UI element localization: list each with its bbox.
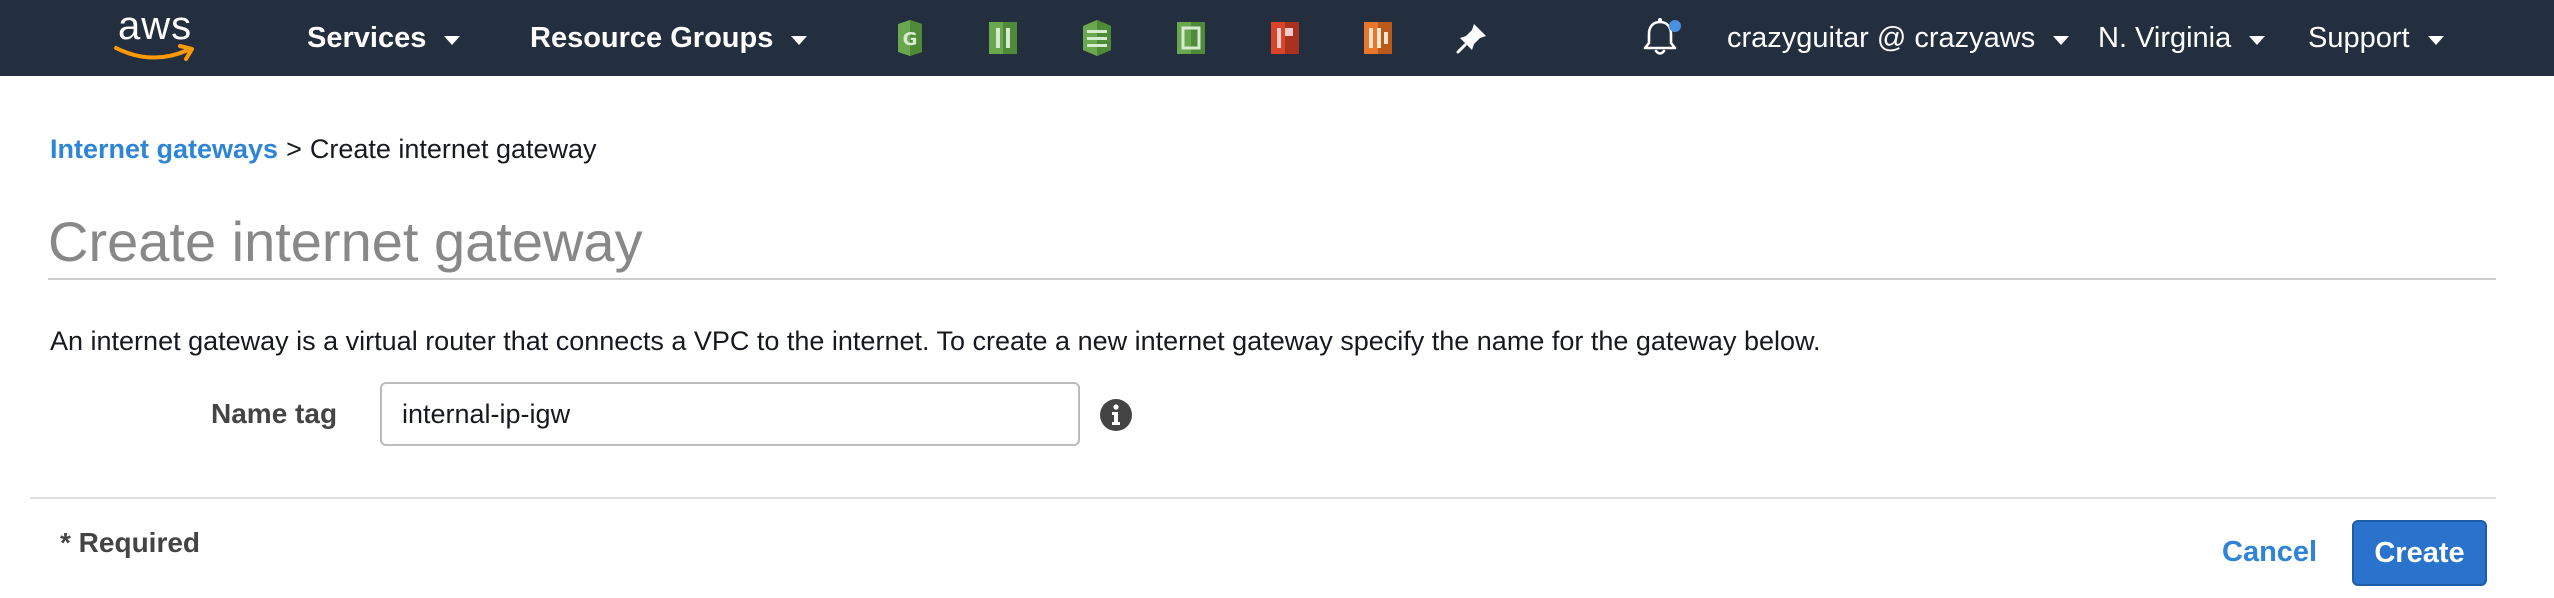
required-note: * Required [60,527,201,558]
s3-red-icon[interactable] [1265,18,1305,58]
breadcrumb-current: Create internet gateway [309,134,597,164]
aws-logo-text: aws [118,4,193,48]
region-menu[interactable]: N. Virginia [2098,0,2266,76]
aws-logo[interactable]: aws [112,6,204,64]
ec2-icon[interactable] [983,18,1023,58]
top-navigation-bar: aws Services Resource Groups G crazyguit… [0,0,2554,76]
account-menu[interactable]: crazyguitar @ crazyaws [1727,0,2070,76]
chevron-down-icon [444,35,461,45]
support-menu[interactable]: Support [2308,0,2444,76]
footer-divider [30,497,2496,499]
info-icon[interactable] [1099,398,1133,432]
title-divider [48,278,2496,280]
lightsail-icon[interactable] [1171,18,1211,58]
bell-icon[interactable] [1638,16,1682,60]
breadcrumb: Internet gateways > Create internet gatewa… [50,134,597,165]
resource-groups-menu[interactable]: Resource Groups [530,0,808,76]
page-title: Create internet gateway [48,210,643,273]
page-description: An internet gateway is a virtual router … [50,326,1821,356]
name-tag-label: Name tag [211,398,338,429]
services-label: Services [307,21,427,54]
resource-groups-label: Resource Groups [530,21,774,54]
create-button[interactable]: Create [2352,520,2487,586]
account-label: crazyguitar @ crazyaws [1727,21,2036,54]
notification-dot [1669,20,1681,32]
chevron-down-icon [2427,35,2444,45]
breadcrumb-link-internet-gateways[interactable]: Internet gateways [50,134,278,164]
cloudfront-icon[interactable]: G [890,18,930,58]
svg-text:G: G [903,29,918,50]
ecs-icon[interactable] [1358,18,1398,58]
breadcrumb-separator: > [286,134,302,164]
chevron-down-icon [2053,35,2070,45]
region-label: N. Virginia [2098,21,2232,54]
chevron-down-icon [2249,35,2266,45]
aws-smile-icon [114,44,194,61]
name-tag-input[interactable] [380,382,1080,446]
services-menu[interactable]: Services [307,0,461,76]
support-label: Support [2308,21,2410,54]
pin-icon[interactable] [1452,18,1492,58]
chevron-down-icon [791,35,808,45]
cancel-button[interactable]: Cancel [2222,536,2317,569]
dynamodb-icon[interactable] [1077,18,1117,58]
